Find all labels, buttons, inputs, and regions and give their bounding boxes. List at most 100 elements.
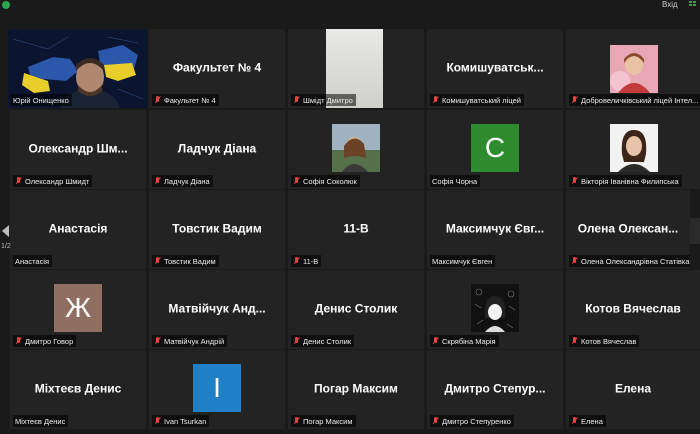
participant-name-label: Товстик Вадим: [152, 255, 219, 267]
participant-name-label: Ладчук Діана: [152, 175, 213, 187]
participant-tile[interactable]: Комишуватськ... Комишуватський ліцей: [427, 29, 563, 108]
participant-display-name: Максимчук Євг...: [445, 221, 545, 236]
muted-mic-icon: [571, 337, 578, 345]
participant-tile[interactable]: Вікторія Іванівна Филипська: [566, 110, 700, 189]
muted-mic-icon: [293, 337, 300, 345]
participant-display-name: Матвійчук Анд...: [168, 301, 266, 316]
participant-name-label: Котов Вячеслав: [569, 335, 640, 347]
participant-name: 11-В: [303, 256, 319, 266]
muted-mic-icon: [571, 257, 578, 265]
participant-display-name: Товстик Вадим: [172, 221, 262, 236]
muted-mic-icon: [15, 177, 22, 185]
participant-tile[interactable]: Юрій Онищенко: [8, 29, 147, 108]
muted-mic-icon: [571, 417, 578, 425]
participant-name: Шмідт Дмитро: [303, 95, 353, 105]
muted-mic-icon: [293, 257, 300, 265]
participant-name-label: Ivan Tsurkan: [152, 415, 210, 427]
participant-name: Дмитро Степуренко: [442, 416, 511, 426]
participant-display-name: Міхтеєв Денис: [34, 381, 122, 396]
muted-mic-icon: [293, 177, 300, 185]
participant-name-label: Софія Чорна: [430, 175, 481, 187]
participant-name: Скрябіна Марія: [442, 336, 496, 346]
participant-name-label: Матвійчук Андрій: [152, 335, 228, 347]
participant-tile[interactable]: Добровеличківський ліцей Інтел...: [566, 29, 700, 108]
participant-name: Софія Соколюк: [303, 176, 357, 186]
participant-tile[interactable]: Олександр Шм... Олександр Шмидт: [10, 110, 146, 189]
participant-display-name: Котов Вячеслав: [585, 301, 681, 316]
participant-name-label: Софія Соколюк: [291, 175, 360, 187]
avatar: С: [471, 124, 519, 172]
participant-display-name: Елена: [614, 381, 652, 396]
participant-name-label: Добровеличківський ліцей Інтел...: [569, 94, 700, 106]
muted-mic-icon: [154, 257, 161, 265]
participant-name-label: Комишуватський ліцей: [430, 94, 524, 106]
participant-display-name: Денис Столик: [314, 301, 398, 316]
participant-name: Матвійчук Андрій: [164, 336, 225, 346]
participant-display-name: Факультет № 4: [172, 60, 262, 75]
participant-gallery: Юрій Онищенко Факультет № 4 Факультет № …: [0, 0, 700, 434]
participant-tile[interactable]: Елена Елена: [566, 350, 700, 429]
participant-tile[interactable]: Денис Столик Денис Столик: [288, 270, 424, 349]
participant-name: Товстик Вадим: [164, 256, 216, 266]
participant-name: Міхтеєв Денис: [15, 416, 66, 426]
participant-name-label: Денис Столик: [291, 335, 355, 347]
muted-mic-icon: [293, 96, 300, 104]
muted-mic-icon: [571, 96, 578, 104]
participant-display-name: Комишуватськ...: [446, 60, 544, 75]
participant-name-label: Максимчук Євген: [430, 255, 496, 267]
participant-tile[interactable]: Скрябіна Марія: [427, 270, 563, 349]
participant-name: Погар Максим: [303, 416, 353, 426]
participant-tile[interactable]: Погар Максим Погар Максим: [288, 350, 424, 429]
participant-tile[interactable]: С Софія Чорна: [427, 110, 563, 189]
participant-name: Софія Чорна: [432, 176, 478, 186]
profile-photo: [610, 45, 658, 93]
participant-display-name: 11-В: [343, 221, 369, 236]
participant-name-label: Олександр Шмидт: [13, 175, 93, 187]
previous-page-arrow-icon[interactable]: [0, 218, 10, 244]
participant-name: Елена: [581, 416, 603, 426]
muted-mic-icon: [432, 96, 439, 104]
profile-photo: [610, 124, 658, 172]
participant-name: Юрій Онищенко: [13, 95, 69, 105]
participant-name: Олександр Шмидт: [25, 176, 90, 186]
participant-tile[interactable]: Олена Олексан... Олена Олександрівна Ста…: [566, 190, 690, 269]
participant-display-name: Ладчук Діана: [177, 141, 257, 156]
participant-name-label: Юрій Онищенко: [11, 94, 72, 106]
participant-tile[interactable]: 11-В 11-В: [288, 190, 424, 269]
participant-tile[interactable]: Максимчук Євг... Максимчук Євген: [427, 190, 563, 269]
participant-tile[interactable]: Міхтеєв Денис Міхтеєв Денис: [10, 350, 146, 429]
participant-tile[interactable]: Дмитро Степур... Дмитро Степуренко: [427, 350, 563, 429]
muted-mic-icon: [154, 417, 161, 425]
participant-display-name: Погар Максим: [314, 381, 398, 396]
participant-tile[interactable]: I Ivan Tsurkan: [149, 350, 285, 429]
participant-tile[interactable]: Ладчук Діана Ладчук Діана: [149, 110, 285, 189]
participant-tile[interactable]: Товстик Вадим Товстик Вадим: [149, 190, 285, 269]
participant-display-name: Анастасія: [48, 221, 108, 236]
participant-name: Котов Вячеслав: [581, 336, 637, 346]
participant-tile[interactable]: Факультет № 4 Факультет № 4: [149, 29, 285, 108]
participant-name: Дмитро Говор: [25, 336, 74, 346]
participant-name-label: Дмитро Говор: [13, 335, 77, 347]
participant-name-label: Міхтеєв Денис: [13, 415, 69, 427]
page-indicator: 1/2: [1, 243, 11, 250]
muted-mic-icon: [293, 417, 300, 425]
participant-name: Факультет № 4: [164, 95, 216, 105]
participant-name: Комишуватський ліцей: [442, 95, 521, 105]
muted-mic-icon: [571, 177, 578, 185]
participant-tile[interactable]: Котов Вячеслав Котов Вячеслав: [566, 270, 700, 349]
participant-display-name: Дмитро Степур...: [444, 381, 546, 396]
next-page-button[interactable]: [690, 218, 700, 244]
participant-tile[interactable]: Ж Дмитро Говор: [10, 270, 146, 349]
muted-mic-icon: [432, 417, 439, 425]
muted-mic-icon: [15, 337, 22, 345]
participant-display-name: Олександр Шм...: [28, 141, 128, 156]
participant-name-label: Погар Максим: [291, 415, 356, 427]
participant-tile[interactable]: Софія Соколюк: [288, 110, 424, 189]
muted-mic-icon: [154, 337, 161, 345]
avatar: I: [193, 364, 241, 412]
participant-tile[interactable]: Матвійчук Анд... Матвійчук Андрій: [149, 270, 285, 349]
participant-tile[interactable]: Шмідт Дмитро: [288, 29, 424, 108]
participant-name: Ладчук Діана: [164, 176, 210, 186]
participant-name: Максимчук Євген: [432, 256, 493, 266]
participant-tile[interactable]: Анастасія Анастасія: [10, 190, 146, 269]
